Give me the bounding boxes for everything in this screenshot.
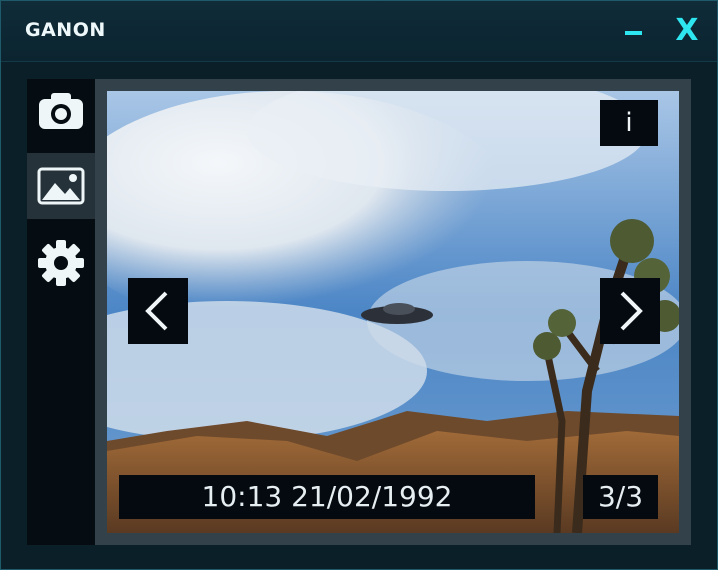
window-title: GANON [25, 19, 106, 41]
ufo-desert-photo [107, 91, 679, 533]
chevron-right-icon [620, 291, 643, 331]
next-photo-button[interactable] [600, 278, 660, 344]
photo: i 10:13 21/02/1992 3/3 [107, 91, 679, 533]
previous-photo-button[interactable] [128, 278, 188, 344]
gear-icon [38, 240, 84, 286]
minimize-icon [625, 31, 642, 35]
camera-icon [39, 93, 83, 129]
app-window: GANON X i 10:13 21/02/1992 3/3 [0, 0, 718, 570]
sidebar-item-gallery[interactable] [27, 153, 95, 219]
image-icon [37, 167, 85, 205]
photo-viewer: i 10:13 21/02/1992 3/3 [95, 79, 691, 545]
sidebar-item-camera[interactable] [27, 79, 95, 145]
window-body: i 10:13 21/02/1992 3/3 [1, 62, 717, 569]
title-bar[interactable]: GANON X [1, 1, 717, 62]
close-button[interactable]: X [669, 13, 705, 49]
chevron-left-icon [145, 291, 168, 331]
sidebar-item-settings[interactable] [27, 229, 95, 295]
minimize-button[interactable] [619, 15, 649, 45]
sidebar [27, 79, 95, 545]
photo-counter: 3/3 [583, 475, 658, 519]
info-button[interactable]: i [600, 100, 658, 146]
photo-timestamp: 10:13 21/02/1992 [119, 475, 535, 519]
